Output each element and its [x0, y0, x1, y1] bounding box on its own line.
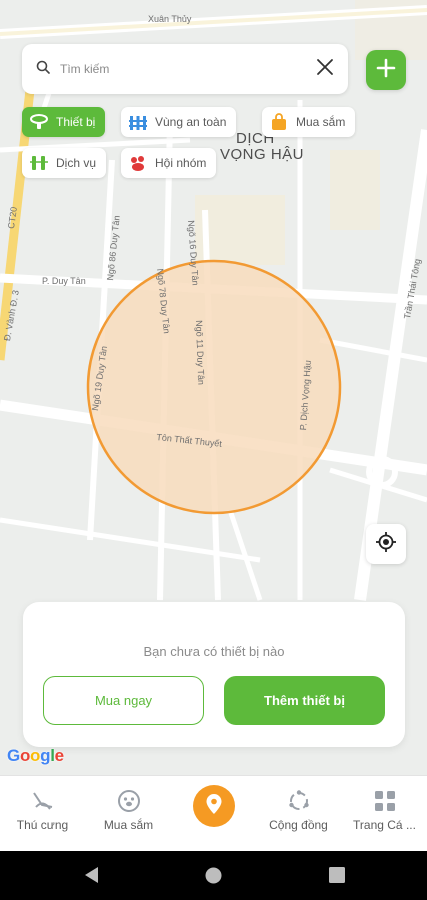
paw-shop-icon	[117, 786, 141, 816]
google-letter: o	[30, 746, 41, 765]
location-pin-icon	[205, 793, 223, 820]
street-duy-tan: P. Duy Tân	[42, 276, 86, 286]
nav-pets-label: Thú cưng	[16, 818, 69, 832]
google-letter: G	[7, 746, 20, 765]
bottom-navigation: Thú cưng Mua sắm Cộng đồng Trang Cá ...	[0, 775, 427, 851]
crosshair-icon	[375, 531, 397, 558]
nav-community[interactable]: Cộng đồng	[256, 776, 341, 852]
buy-now-button[interactable]: Mua ngay	[43, 676, 204, 725]
add-device-button[interactable]: Thêm thiết bị	[224, 676, 385, 725]
home-icon[interactable]	[205, 867, 222, 889]
plus-icon	[376, 58, 396, 83]
google-logo: Google	[7, 746, 64, 766]
add-button[interactable]	[366, 50, 406, 90]
chip-services-label: Dịch vụ	[56, 156, 97, 170]
my-location-button[interactable]	[366, 524, 406, 564]
grooming-icon	[28, 152, 50, 174]
nav-shopping-label: Mua sắm	[103, 818, 154, 832]
street-xuan-thuy: Xuân Thủy	[148, 14, 192, 24]
chip-devices-label: Thiết bị	[56, 115, 96, 129]
no-device-panel: Bạn chưa có thiết bị nào Mua ngay Thêm t…	[23, 602, 405, 747]
paw-group-icon	[127, 152, 149, 174]
chip-safe-zone-label: Vùng an toàn	[155, 115, 227, 129]
chip-safe-zone[interactable]: Vùng an toàn	[121, 107, 237, 137]
pet-bed-icon	[30, 786, 56, 816]
no-device-message: Bạn chưa có thiết bị nào	[143, 644, 285, 659]
nav-shopping[interactable]: Mua sắm	[86, 776, 171, 852]
community-icon	[287, 786, 311, 816]
chip-devices[interactable]: Thiết bị	[22, 107, 106, 137]
district-line-2: VỌNG HẬU	[220, 146, 305, 163]
nav-community-label: Cộng đồng	[269, 818, 328, 832]
nav-pets[interactable]: Thú cưng	[0, 776, 85, 852]
search-input[interactable]: Tìm kiếm	[60, 62, 316, 76]
chip-shopping[interactable]: Mua sắm	[262, 107, 356, 137]
nav-profile[interactable]: Trang Cá ...	[342, 776, 427, 852]
grid-icon	[374, 786, 396, 816]
search-bar[interactable]: Tìm kiếm	[22, 44, 348, 94]
google-letter: g	[40, 746, 51, 765]
chip-services[interactable]: Dịch vụ	[22, 148, 107, 178]
nav-map-button[interactable]	[193, 785, 235, 827]
recents-icon[interactable]	[329, 867, 345, 888]
chip-groups-label: Hội nhóm	[155, 156, 207, 170]
district-label-2: VỌNG HẬU	[220, 146, 304, 163]
collar-icon	[28, 111, 50, 133]
close-icon[interactable]	[316, 58, 334, 81]
google-letter: e	[54, 746, 64, 765]
google-letter: o	[19, 746, 31, 765]
shopping-bag-icon	[268, 111, 290, 133]
nav-profile-label: Trang Cá ...	[353, 818, 416, 832]
search-icon	[36, 60, 50, 79]
chip-shopping-label: Mua sắm	[296, 115, 346, 129]
back-icon[interactable]	[82, 865, 100, 890]
chip-groups[interactable]: Hội nhóm	[121, 148, 217, 178]
system-navigation-bar	[0, 851, 427, 900]
fence-icon	[127, 111, 149, 133]
